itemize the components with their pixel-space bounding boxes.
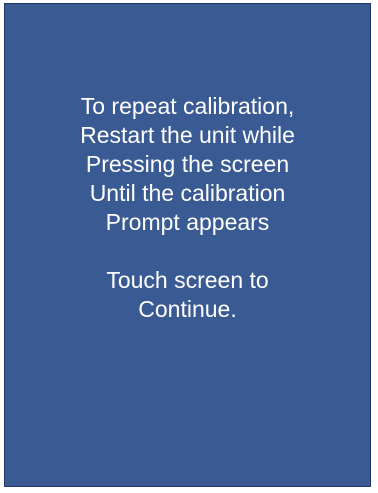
instruction-line-4: Until the calibration — [89, 180, 286, 206]
instruction-line-5: Prompt appears — [105, 209, 270, 235]
touch-screen-panel[interactable]: To repeat calibration, Restart the unit … — [4, 3, 371, 487]
instruction-line-1: To repeat calibration, — [80, 93, 295, 119]
continue-prompt-line-1: Touch screen to — [106, 267, 269, 293]
instruction-line-3: Pressing the screen — [85, 151, 290, 177]
message-spacer — [5, 237, 370, 266]
continue-prompt-line-2: Continue. — [138, 296, 237, 322]
instruction-line-2: Restart the unit while — [80, 122, 295, 148]
calibration-message: To repeat calibration, Restart the unit … — [5, 92, 370, 324]
